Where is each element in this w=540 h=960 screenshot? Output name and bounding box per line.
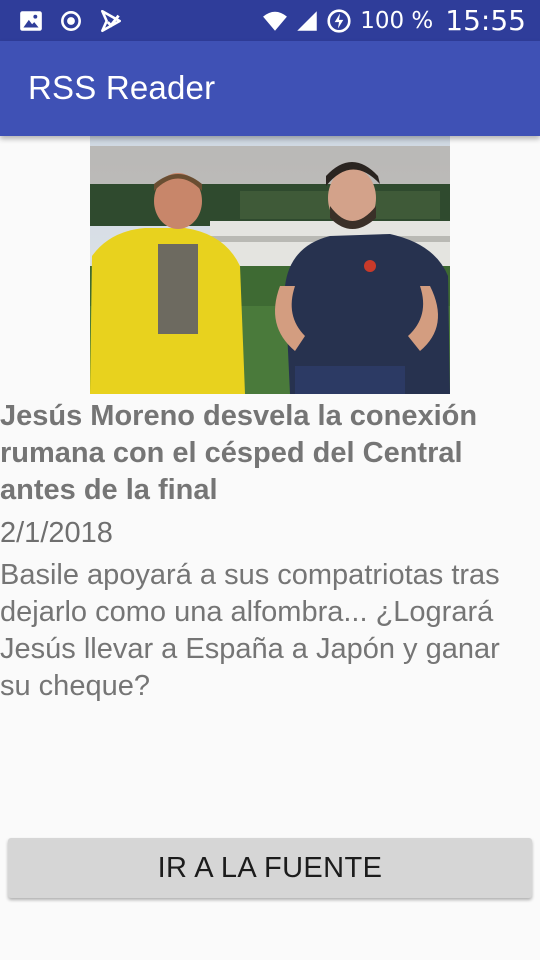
article-photo <box>90 136 450 394</box>
app-bar: RSS Reader <box>0 41 540 136</box>
article-title: Jesús Moreno desvela la conexión rumana … <box>0 400 478 506</box>
article-description: Basile apoyará a sus compatriotas tras d… <box>0 559 500 702</box>
image-icon <box>20 11 42 31</box>
article-date: 2/1/2018 <box>0 517 113 549</box>
status-bar: 100 % 15:55 <box>0 0 540 41</box>
article-image <box>90 136 450 394</box>
status-time: 15:55 <box>445 4 526 37</box>
record-icon <box>61 11 81 31</box>
wifi-icon <box>263 11 288 31</box>
battery-percent: 100 % <box>360 7 434 34</box>
app-title: RSS Reader <box>28 69 216 106</box>
go-to-source-button[interactable]: IR A LA FUENTE <box>8 838 532 898</box>
battery-charging-icon <box>327 8 351 33</box>
check-flag-icon <box>101 9 121 33</box>
status-notification-icons <box>18 8 124 34</box>
status-system-icons: 100 % 15:55 <box>262 4 526 37</box>
signal-icon <box>297 10 317 31</box>
